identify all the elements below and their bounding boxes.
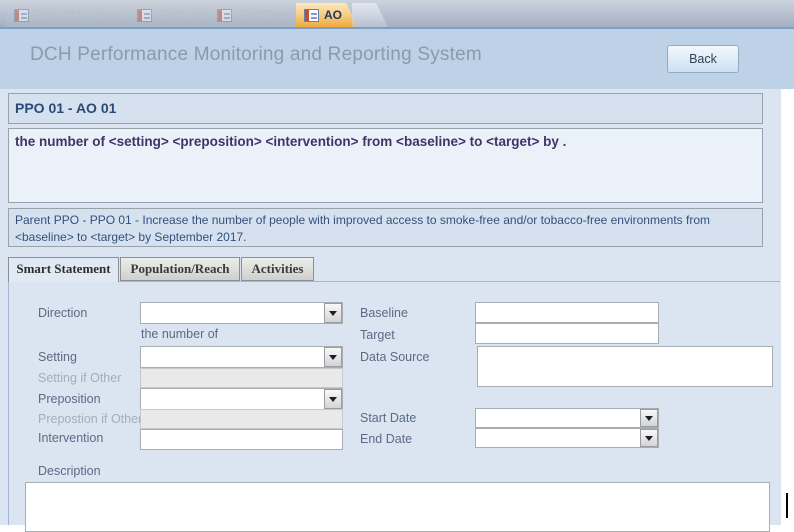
chevron-down-icon [329, 397, 337, 402]
static-the-number-of: the number of [141, 327, 218, 341]
data-source-label: Data Source [360, 350, 429, 364]
record-id-box: PPO 01 - AO 01 [8, 93, 763, 124]
chevron-down-icon [329, 311, 337, 316]
start-date-input[interactable] [476, 409, 639, 427]
target-label: Target [360, 328, 395, 342]
doc-tab-label: CAP Details [237, 8, 305, 22]
start-date-combobox[interactable] [475, 408, 659, 428]
intervention-field[interactable] [140, 429, 343, 450]
preposition-label: Preposition [38, 392, 101, 406]
tab-population-reach[interactable]: Population/Reach [120, 257, 240, 281]
form-icon [217, 9, 232, 22]
doc-tab-label: CAP List [157, 8, 207, 22]
form-icon [14, 9, 29, 22]
tab-activities[interactable]: Activities [241, 257, 314, 281]
direction-combobox[interactable] [140, 302, 343, 324]
doc-tab-dch-pm-home[interactable]: DCH PM - Home [6, 3, 141, 27]
setting-if-other-label: Setting if Other [38, 371, 121, 385]
preposition-combobox[interactable] [140, 388, 343, 410]
smart-statement-box: the number of <setting> <preposition> <i… [8, 128, 763, 203]
form-icon [304, 9, 319, 22]
doc-tab-label: DCH PM - Home [34, 8, 125, 22]
end-date-dropdown-button[interactable] [640, 429, 658, 447]
direction-label: Direction [38, 306, 87, 320]
setting-dropdown-button[interactable] [324, 347, 342, 367]
doc-tab-label: AO [324, 8, 342, 22]
document-tab-bar: DCH PM - Home CAP List CAP Details AO [0, 0, 794, 29]
description-label: Description [38, 464, 101, 478]
text-cursor-artifact [786, 493, 788, 518]
form-header: DCH Performance Monitoring and Reporting… [0, 29, 794, 89]
setting-if-other-field [140, 368, 343, 388]
chevron-down-icon [645, 416, 653, 421]
prepostion-if-other-field [140, 409, 343, 429]
tab-smart-statement[interactable]: Smart Statement [8, 257, 119, 282]
chevron-down-icon [329, 355, 337, 360]
end-date-input[interactable] [476, 429, 639, 447]
form-icon [137, 9, 152, 22]
doc-tab-cap-list[interactable]: CAP List [129, 3, 223, 27]
chevron-down-icon [645, 436, 653, 441]
page-title: DCH Performance Monitoring and Reporting… [30, 44, 482, 66]
start-date-label: Start Date [360, 411, 416, 425]
target-field[interactable] [475, 323, 659, 344]
data-source-field[interactable] [477, 346, 773, 387]
direction-dropdown-button[interactable] [324, 303, 342, 323]
baseline-label: Baseline [360, 306, 408, 320]
prepostion-if-other-label: Prepostion if Other [38, 412, 142, 426]
intervention-label: Intervention [38, 431, 103, 445]
back-button[interactable]: Back [667, 45, 739, 73]
parent-ppo-box: Parent PPO - PPO 01 - Increase the numbe… [8, 208, 763, 247]
setting-label: Setting [38, 350, 77, 364]
doc-tab-ao[interactable]: AO [296, 3, 358, 27]
setting-combobox[interactable] [140, 346, 343, 368]
baseline-field[interactable] [475, 302, 659, 323]
end-date-combobox[interactable] [475, 428, 659, 448]
start-date-dropdown-button[interactable] [640, 409, 658, 427]
preposition-dropdown-button[interactable] [324, 389, 342, 409]
end-date-label: End Date [360, 432, 412, 446]
tab-strip-edge [352, 3, 388, 27]
preposition-input[interactable] [141, 389, 323, 409]
setting-input[interactable] [141, 347, 323, 367]
direction-input[interactable] [141, 303, 323, 323]
window-background [781, 89, 794, 525]
